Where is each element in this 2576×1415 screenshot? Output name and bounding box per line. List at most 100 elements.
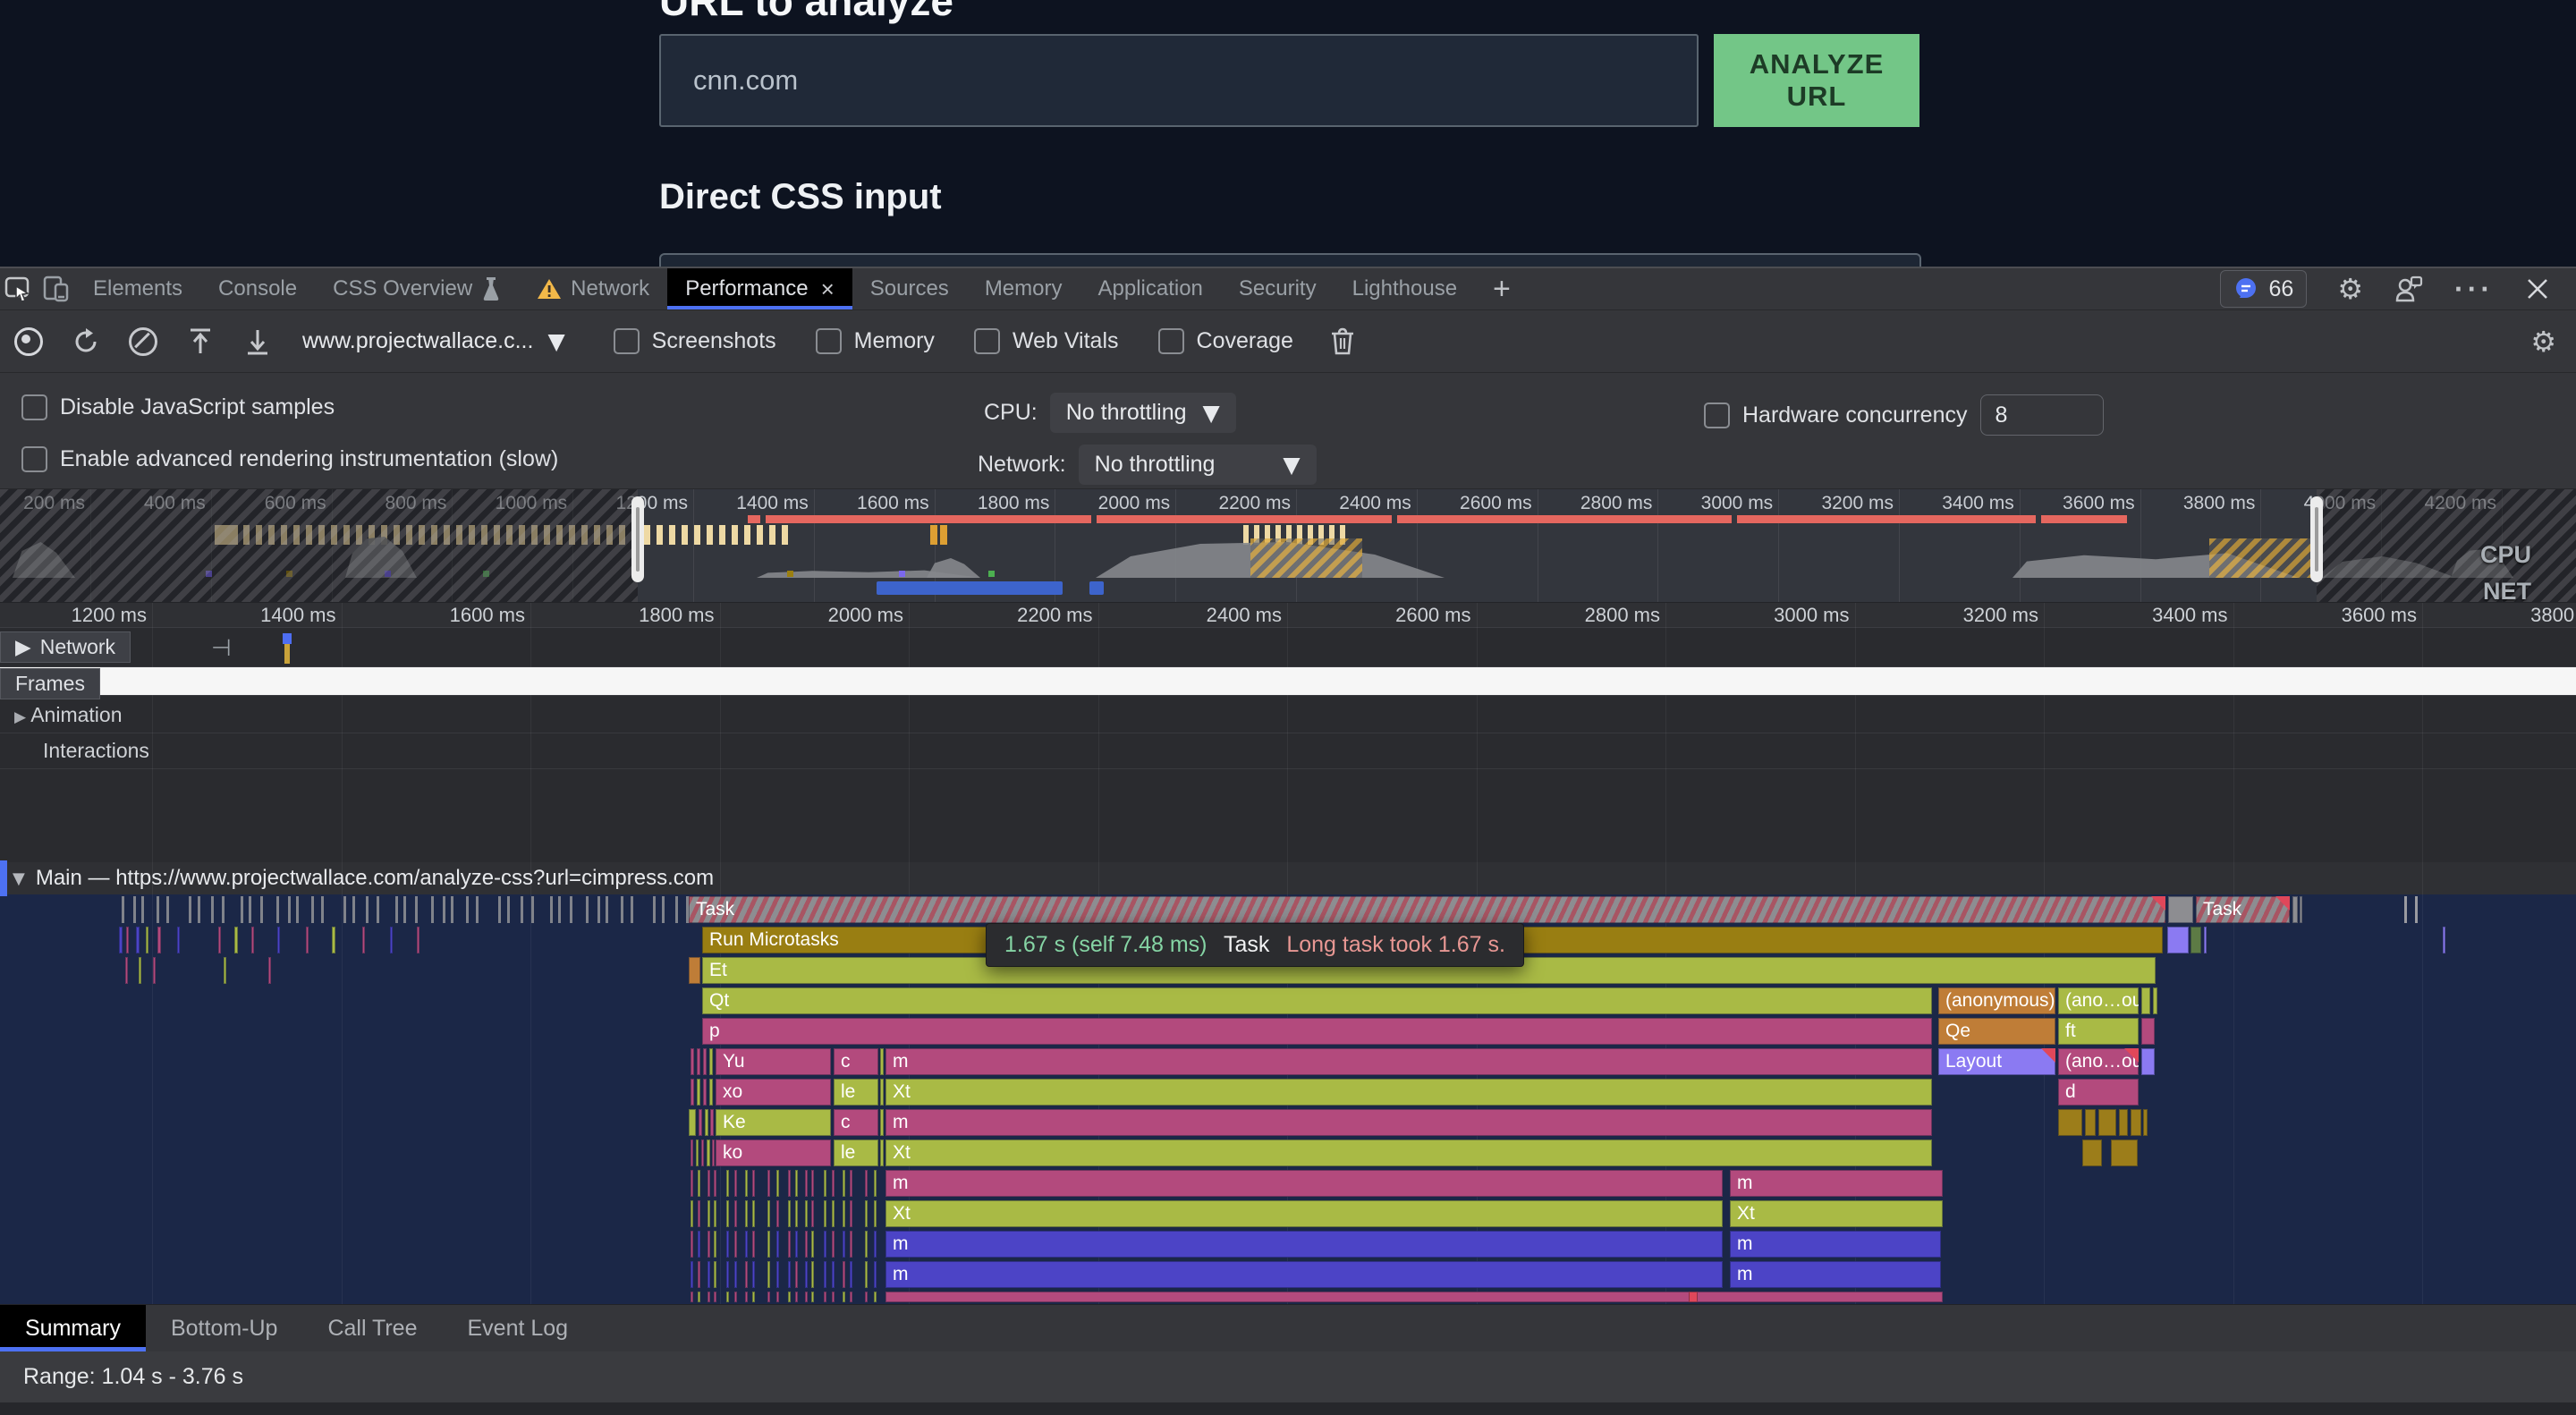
- flame-bar[interactable]: [795, 1261, 798, 1288]
- flame-bar-d[interactable]: d: [2058, 1079, 2139, 1106]
- devtools-tab-sources[interactable]: Sources: [852, 268, 967, 309]
- flame-bar[interactable]: [139, 957, 141, 984]
- flame-bar[interactable]: [865, 1200, 868, 1227]
- toolbar-checkbox-memory[interactable]: Memory: [816, 328, 935, 354]
- flame-bar[interactable]: [701, 1140, 704, 1166]
- flame-bar[interactable]: [466, 896, 469, 923]
- close-tab-icon[interactable]: ×: [821, 275, 835, 303]
- flame-bar-layout[interactable]: Layout: [1938, 1048, 2055, 1075]
- flame-bar[interactable]: [745, 1231, 748, 1258]
- flame-bar[interactable]: [788, 1231, 791, 1258]
- flame-bar-le[interactable]: le: [834, 1140, 878, 1166]
- flame-bar[interactable]: [726, 1261, 729, 1288]
- flame-bar[interactable]: [332, 927, 335, 953]
- flame-bar-xo[interactable]: xo: [716, 1079, 831, 1106]
- flame-bar-qe[interactable]: Qe: [1938, 1018, 2055, 1045]
- flame-bar[interactable]: [767, 1261, 770, 1288]
- network-throttling-select[interactable]: No throttling ▼: [1079, 445, 1317, 485]
- flame-bar[interactable]: [850, 1231, 852, 1258]
- devtools-tab-lighthouse[interactable]: Lighthouse: [1335, 268, 1475, 309]
- flame-bar[interactable]: [597, 896, 600, 923]
- checkbox[interactable]: [1158, 328, 1184, 354]
- flame-bar[interactable]: [311, 896, 314, 923]
- flame-bar[interactable]: [653, 896, 656, 923]
- flame-bar-ke[interactable]: Ke: [716, 1109, 831, 1136]
- flame-bar[interactable]: [146, 927, 148, 953]
- flame-bar[interactable]: [805, 1200, 808, 1227]
- flame-bar[interactable]: [691, 1170, 693, 1197]
- feedback-icon[interactable]: [2394, 274, 2424, 304]
- main-thread-flamechart[interactable]: 1.67 s (self 7.48 ms) Task Long task too…: [0, 894, 2576, 1304]
- flame-bar[interactable]: [880, 1140, 884, 1166]
- devtools-tab-elements[interactable]: Elements: [75, 268, 200, 309]
- flame-bar[interactable]: [1689, 1292, 1698, 1302]
- flame-bar[interactable]: [2085, 1109, 2096, 1136]
- flame-bar[interactable]: [403, 896, 406, 923]
- flame-bar[interactable]: [788, 1292, 791, 1302]
- flame-bar[interactable]: [832, 1231, 835, 1258]
- flame-bar[interactable]: [251, 927, 254, 953]
- flame-bar[interactable]: [795, 1231, 798, 1258]
- flame-bar[interactable]: [734, 1231, 737, 1258]
- flame-bar[interactable]: [767, 1170, 770, 1197]
- flame-bar[interactable]: [2141, 1048, 2155, 1075]
- flame-bar[interactable]: [352, 896, 355, 923]
- flame-bar[interactable]: [136, 927, 140, 953]
- flame-bar[interactable]: [415, 896, 418, 923]
- flame-bar[interactable]: [708, 1170, 710, 1197]
- flame-bar[interactable]: [691, 1048, 694, 1075]
- flame-bar[interactable]: [843, 1200, 845, 1227]
- flame-bar[interactable]: [698, 1170, 700, 1197]
- flame-bar[interactable]: [776, 1231, 779, 1258]
- flame-bar[interactable]: [703, 1079, 707, 1106]
- flame-bar[interactable]: [234, 927, 238, 953]
- reload-and-record-button[interactable]: [57, 327, 114, 356]
- flame-bar[interactable]: [767, 1231, 770, 1258]
- flame-bar[interactable]: [745, 1261, 748, 1288]
- flame-bar[interactable]: [451, 896, 453, 923]
- flame-bar[interactable]: [698, 1292, 700, 1302]
- flame-bar[interactable]: [2111, 1140, 2138, 1166]
- flame-bar-task[interactable]: Task: [2196, 896, 2290, 923]
- flame-bar[interactable]: [377, 896, 379, 923]
- flame-bar[interactable]: [2153, 987, 2157, 1014]
- flame-bar-xt[interactable]: Xt: [886, 1079, 1932, 1106]
- flame-bar[interactable]: [811, 1261, 814, 1288]
- network-track-label[interactable]: ▶ Network: [0, 631, 131, 663]
- flame-bar[interactable]: [788, 1200, 791, 1227]
- flame-bar[interactable]: [2415, 896, 2418, 923]
- flame-bar[interactable]: [321, 896, 324, 923]
- flame-bar[interactable]: [776, 1261, 779, 1288]
- flame-bar[interactable]: [734, 1200, 737, 1227]
- flame-bar[interactable]: [343, 896, 346, 923]
- flame-bar[interactable]: [2119, 1109, 2128, 1136]
- flame-bar[interactable]: [689, 957, 700, 984]
- issues-counter[interactable]: 66: [2220, 270, 2308, 308]
- flame-bar[interactable]: [521, 896, 523, 923]
- flame-bar[interactable]: [805, 1170, 808, 1197]
- flame-bar[interactable]: [865, 1292, 868, 1302]
- url-input[interactable]: cnn.com: [659, 34, 1699, 127]
- flame-bar[interactable]: [850, 1200, 852, 1227]
- devtools-tab-item[interactable]: +: [1475, 268, 1529, 309]
- flame-bar[interactable]: [843, 1292, 845, 1302]
- save-profile-button[interactable]: [172, 326, 229, 357]
- flame-bar[interactable]: [714, 1292, 716, 1302]
- checkbox[interactable]: [816, 328, 842, 354]
- frames-track[interactable]: Frames: [0, 667, 2576, 696]
- flame-bar[interactable]: [166, 896, 169, 923]
- flame-bar-xt[interactable]: Xt: [1730, 1200, 1943, 1227]
- flame-bar[interactable]: [697, 1079, 700, 1106]
- flame-bar[interactable]: [691, 1231, 693, 1258]
- flame-bar[interactable]: [125, 957, 128, 984]
- flame-bar[interactable]: [476, 896, 479, 923]
- inspect-element-icon[interactable]: [0, 268, 38, 309]
- flame-bar[interactable]: [726, 1170, 729, 1197]
- flame-bar-m[interactable]: m: [886, 1109, 1932, 1136]
- flame-bar[interactable]: [395, 896, 398, 923]
- flame-bar-ft[interactable]: ft: [2058, 1018, 2139, 1045]
- flame-bar-c[interactable]: c: [834, 1109, 878, 1136]
- flame-bar[interactable]: [2404, 896, 2407, 923]
- flame-bar[interactable]: [874, 1261, 877, 1288]
- flame-bar[interactable]: [296, 896, 299, 923]
